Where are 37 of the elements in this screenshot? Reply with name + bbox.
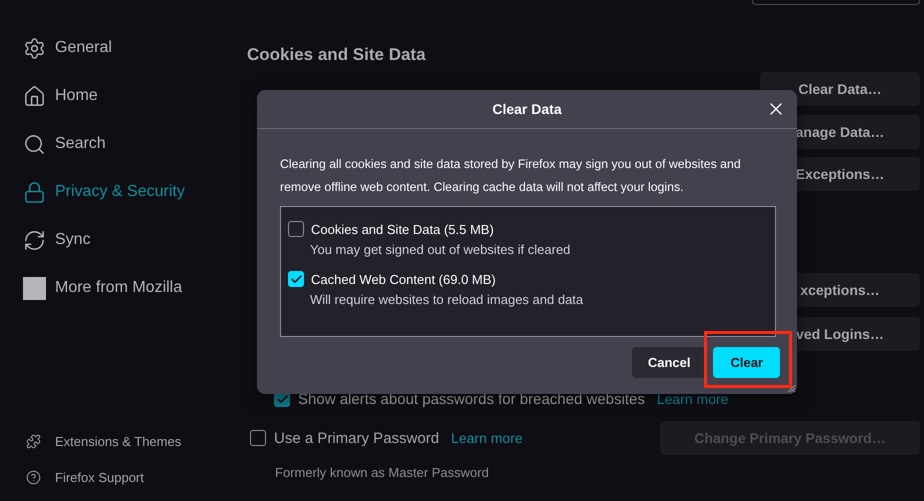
dialog-description: Clearing all cookies and site data stored by Firefox may sign you out of websites and remove offline web content. Clearing cache data will not affect your logins. [280,156,742,196]
sidebar-link[interactable]: Firefox Support [0,465,247,489]
home-icon [23,84,46,108]
dialog-title: Clear Data [492,101,562,117]
section-heading: Cookies and Site Data [247,45,427,65]
option-label: Cached Web Content (69.0 MB) [311,272,496,286]
sidebar-item[interactable]: Home [0,80,247,112]
option-label: Use a Primary Password [274,430,440,446]
option-label: Cookies and Site Data (5.5 MB) [311,222,494,236]
learn-more-link[interactable]: Learn more [451,430,523,446]
search-icon [23,132,46,156]
checkbox[interactable] [288,271,304,287]
checkbox[interactable] [250,430,266,446]
sidebar-item[interactable]: General [0,32,247,64]
help-icon [26,470,41,484]
primary-button[interactable]: Clear [713,347,780,378]
sync-icon [23,228,46,252]
cancel-button[interactable]: Cancel [632,347,706,378]
option-hint: You may get signed out of websites if cleared [309,242,572,257]
logo-icon [23,276,46,300]
search-field[interactable] [752,0,920,5]
sidebar-link[interactable]: Extensions & Themes [0,429,247,453]
option-hint: Will require websites to reload images and data [309,292,584,307]
sidebar-item[interactable]: Search [0,128,247,160]
option-label: Show alerts about passwords for breached websites [298,390,645,408]
sidebar-item[interactable]: More from Mozilla [0,272,247,304]
puzzle-icon [26,434,41,448]
check-icon [276,392,288,406]
note-text: Formerly known as Master Password [274,464,489,480]
lock-icon [23,180,46,204]
settings-icon [23,36,46,60]
resize-grip-icon[interactable] [786,383,796,393]
check-icon [290,272,302,286]
sidebar-item[interactable]: Sync [0,224,247,256]
learn-more-link[interactable]: Learn more [656,391,728,407]
checkbox[interactable] [288,221,304,237]
sidebar-item[interactable]: Privacy & Security [0,176,247,208]
